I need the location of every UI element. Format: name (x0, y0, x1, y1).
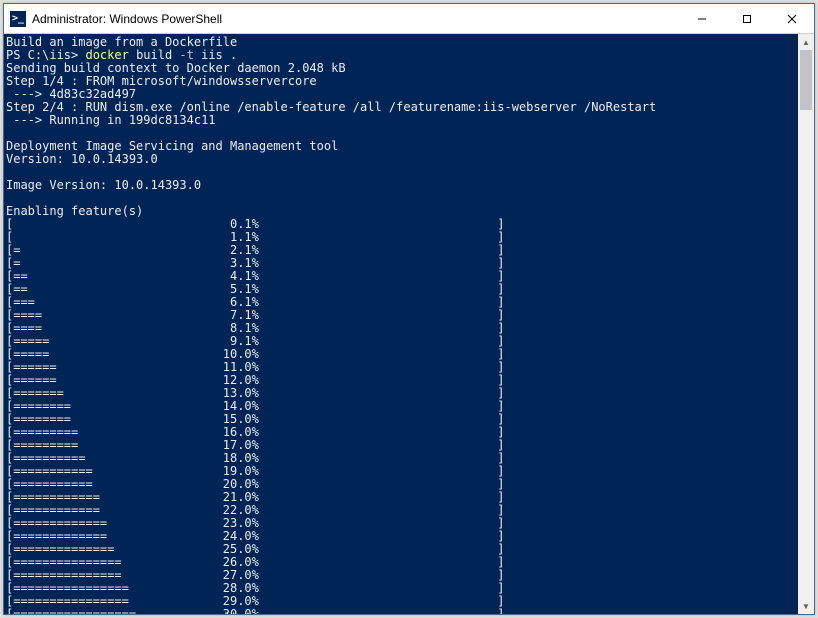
powershell-window: >_ Administrator: Windows PowerShell Bui… (3, 3, 815, 615)
console-output[interactable]: Build an image from a Dockerfile PS C:\i… (4, 34, 798, 614)
titlebar[interactable]: >_ Administrator: Windows PowerShell (4, 4, 814, 34)
minimize-button[interactable] (679, 4, 724, 33)
scroll-up-arrow[interactable]: ▲ (798, 34, 814, 50)
window-title: Administrator: Windows PowerShell (32, 12, 679, 26)
maximize-button[interactable] (724, 4, 769, 33)
close-button[interactable] (769, 4, 814, 33)
console-area: Build an image from a Dockerfile PS C:\i… (4, 34, 814, 614)
scroll-thumb[interactable] (800, 50, 812, 110)
powershell-icon-glyph: >_ (12, 14, 24, 24)
window-controls (679, 4, 814, 33)
powershell-icon: >_ (10, 11, 26, 27)
maximize-icon (742, 14, 752, 24)
minimize-icon (697, 14, 707, 24)
close-icon (787, 14, 797, 24)
scroll-down-arrow[interactable]: ▼ (798, 598, 814, 614)
scrollbar[interactable]: ▲ ▼ (798, 34, 814, 614)
